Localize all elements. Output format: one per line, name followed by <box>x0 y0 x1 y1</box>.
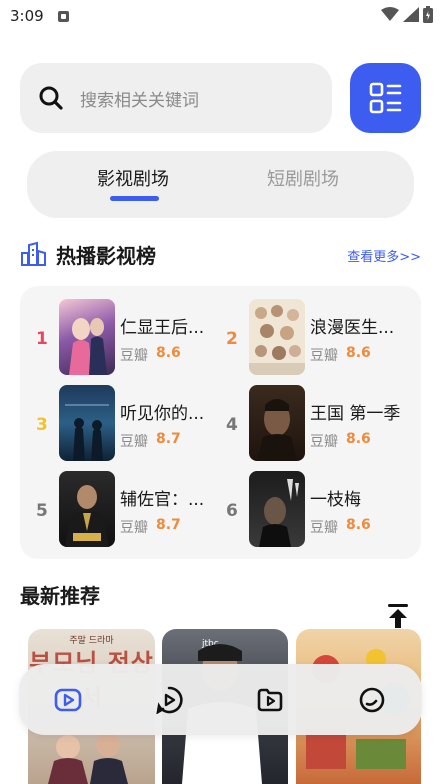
list-grid-icon <box>369 82 401 114</box>
score-label: 豆瓣 <box>120 520 148 536</box>
hot-section-title: 热播影视榜 <box>56 244 156 268</box>
signal-icon <box>403 7 419 22</box>
ranking-item-4[interactable]: 4 王国 第一季 豆瓣 8.6 <box>216 385 406 463</box>
ranking-item-3[interactable]: 3 听见你的... 豆瓣 8.7 <box>26 385 216 463</box>
drama-title: 辅佐官：... <box>120 490 205 510</box>
douban-score: 8.7 <box>156 517 181 533</box>
notification-app-icon <box>57 10 69 22</box>
douban-score: 8.6 <box>346 517 371 533</box>
theater-tabs: 影视剧场 短剧剧场 <box>27 151 414 218</box>
status-indicators <box>381 6 433 23</box>
rank-number: 3 <box>36 415 48 435</box>
bottom-nav <box>19 664 422 735</box>
nav-profile-icon[interactable] <box>358 686 386 714</box>
score-label: 豆瓣 <box>310 520 338 536</box>
back-to-top-icon[interactable] <box>386 603 410 629</box>
ranking-item-5[interactable]: 5 辅佐官：... 豆瓣 8.7 <box>26 471 216 549</box>
douban-score: 8.6 <box>156 345 181 361</box>
drama-title: 王国 第一季 <box>310 404 401 424</box>
score-label: 豆瓣 <box>310 348 338 364</box>
search-row: 搜索相关关键词 <box>20 63 421 133</box>
drama-title: 仁显王后... <box>120 318 205 338</box>
rank-number: 2 <box>226 329 238 349</box>
ranking-list: 1 仁显王后... 豆瓣 8.6 2 浪漫医生... 豆瓣 8.6 3 听见你的… <box>20 286 421 559</box>
ranking-item-2[interactable]: 2 浪漫医生... 豆瓣 8.6 <box>216 299 406 377</box>
douban-score: 8.7 <box>156 431 181 447</box>
search-placeholder: 搜索相关关键词 <box>80 90 199 111</box>
ranking-item-6[interactable]: 6 一枝梅 豆瓣 8.6 <box>216 471 406 549</box>
search-input[interactable]: 搜索相关关键词 <box>20 63 332 133</box>
drama-title: 听见你的... <box>120 404 205 424</box>
wifi-icon <box>381 7 399 21</box>
douban-score: 8.6 <box>346 431 371 447</box>
see-more-link[interactable]: 查看更多>> <box>347 246 421 265</box>
active-tab-indicator <box>110 196 159 201</box>
tab-short-drama[interactable]: 短剧剧场 <box>267 165 339 191</box>
poster-image <box>249 299 305 375</box>
tab-film-theater[interactable]: 影视剧场 <box>97 165 169 191</box>
drama-title: 一枝梅 <box>310 490 361 510</box>
poster-image <box>59 471 115 547</box>
nav-folder-play-icon[interactable] <box>256 686 284 714</box>
status-bar: 3:09 <box>0 0 441 32</box>
score-label: 豆瓣 <box>120 434 148 450</box>
douban-score: 8.6 <box>346 345 371 361</box>
search-icon <box>39 86 63 110</box>
poster-image <box>59 299 115 375</box>
drama-title: 浪漫医生... <box>310 318 395 338</box>
rank-number: 5 <box>36 501 48 521</box>
nav-video-icon[interactable] <box>54 686 82 714</box>
poster-image <box>249 471 305 547</box>
category-menu-button[interactable] <box>350 63 421 133</box>
hot-section-header: 热播影视榜 查看更多>> <box>20 238 421 270</box>
nav-play-circle-icon[interactable] <box>155 686 183 714</box>
new-section-title: 最新推荐 <box>20 584 100 608</box>
poster-image <box>249 385 305 461</box>
building-chart-icon <box>21 241 46 266</box>
score-label: 豆瓣 <box>120 348 148 364</box>
score-label: 豆瓣 <box>310 434 338 450</box>
battery-icon <box>423 6 433 23</box>
ranking-item-1[interactable]: 1 仁显王后... 豆瓣 8.6 <box>26 299 216 377</box>
rank-number: 4 <box>226 415 238 435</box>
rank-number: 6 <box>226 501 238 521</box>
status-time: 3:09 <box>10 7 44 25</box>
rank-number: 1 <box>36 329 48 349</box>
poster-image <box>59 385 115 461</box>
